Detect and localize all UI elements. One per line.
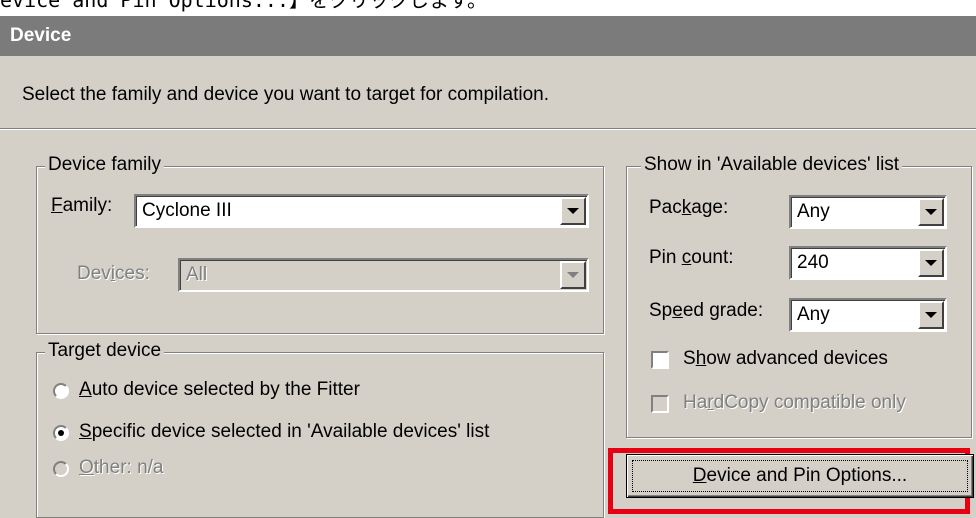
chevron-down-icon	[925, 260, 937, 266]
specific-device-radio[interactable]	[53, 425, 69, 441]
specific-device-label[interactable]: Specific device selected in 'Available d…	[79, 421, 489, 443]
show-advanced-label[interactable]: Show advanced devices	[683, 348, 888, 370]
pin-count-select[interactable]: 240	[789, 246, 947, 280]
package-select[interactable]: Any	[789, 195, 947, 229]
page-caption: evice and Pin Options...】をクリックします。	[0, 0, 487, 12]
device-family-legend: Device family	[45, 154, 164, 176]
other-device-label: Other: n/a	[79, 457, 164, 478]
hardcopy-checkbox	[651, 395, 669, 413]
devices-select: All	[178, 258, 589, 292]
show-available-legend: Show in 'Available devices' list	[641, 154, 903, 176]
chevron-down-icon	[567, 208, 579, 214]
speed-grade-select-value: Any	[797, 304, 830, 325]
pin-count-label: Pin count:	[649, 247, 734, 268]
auto-device-label[interactable]: Auto device selected by the Fitter	[79, 379, 360, 401]
speed-grade-label: Speed grade:	[649, 300, 764, 321]
show-available-group: Show in 'Available devices' list Package…	[626, 154, 972, 438]
device-pin-options-button[interactable]: Device and Pin Options...	[626, 454, 974, 498]
radio-selected-dot	[58, 430, 64, 436]
other-device-radio	[53, 461, 69, 477]
target-device-group: Target device Auto device selected by th…	[36, 340, 604, 518]
intro-text: Select the family and device you want to…	[22, 84, 549, 105]
family-select[interactable]: Cyclone III	[134, 194, 589, 228]
package-label: Package:	[649, 197, 729, 218]
chevron-down-icon	[925, 209, 937, 215]
device-dialog: Device Select the family and device you …	[0, 16, 976, 518]
package-select-value: Any	[797, 201, 830, 222]
devices-select-value: All	[186, 264, 208, 285]
pin-count-dropdown-arrow[interactable]	[918, 249, 944, 277]
separator	[0, 128, 976, 130]
speed-grade-dropdown-arrow[interactable]	[918, 301, 944, 329]
chevron-down-icon	[567, 272, 579, 278]
devices-dropdown-arrow	[560, 261, 586, 289]
family-label: Family:	[51, 195, 113, 216]
speed-grade-select[interactable]: Any	[789, 298, 947, 332]
device-pin-options-label: Device and Pin Options...	[692, 465, 908, 486]
auto-device-radio[interactable]	[53, 383, 69, 399]
devices-label: Devices:	[77, 263, 150, 284]
chevron-down-icon	[925, 312, 937, 318]
package-dropdown-arrow[interactable]	[918, 198, 944, 226]
hardcopy-label: HardCopy compatible only	[683, 392, 906, 413]
family-select-value: Cyclone III	[142, 200, 232, 221]
pin-count-select-value: 240	[797, 252, 829, 273]
device-family-group: Device family Family: Cyclone III Device…	[36, 154, 604, 334]
dialog-title: Device	[0, 16, 976, 56]
show-advanced-checkbox[interactable]	[651, 351, 669, 369]
target-device-legend: Target device	[45, 340, 165, 362]
family-dropdown-arrow[interactable]	[560, 197, 586, 225]
